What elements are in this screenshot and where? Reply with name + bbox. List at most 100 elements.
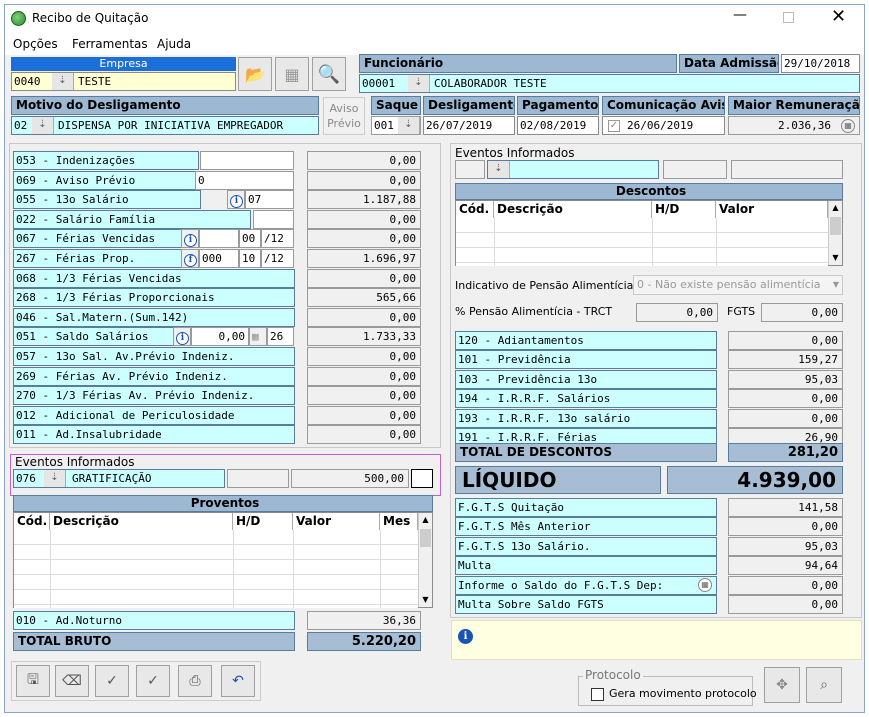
info-icon[interactable]: f	[181, 249, 199, 268]
funcionario-lookup-icon[interactable]: ⇣	[408, 75, 430, 92]
comunicacao-field[interactable]: ✓ 26/06/2019	[602, 116, 725, 135]
eventos-right-value[interactable]	[731, 160, 843, 179]
prov-scroll-thumb[interactable]	[420, 529, 431, 547]
prov-col-hd[interactable]: H/D	[233, 513, 293, 530]
prov-col-valor[interactable]: Valor	[293, 513, 380, 530]
left-row-extra[interactable]	[199, 229, 239, 248]
left-row-value[interactable]: 0,00	[307, 406, 421, 425]
right-row-value[interactable]: 0,00	[728, 389, 843, 408]
left-row-extra[interactable]: 0,00	[191, 327, 249, 346]
saque-lookup-icon[interactable]: ⇣	[398, 117, 420, 134]
minimize-icon[interactable]: —	[733, 7, 747, 23]
left-row-value[interactable]: 0,00	[307, 151, 421, 170]
left-row-extra[interactable]: /12	[261, 249, 294, 268]
maximize-icon[interactable]	[783, 12, 794, 23]
scroll-up-icon[interactable]: ▲	[419, 513, 432, 527]
eventos-right-code[interactable]	[455, 160, 485, 179]
eventos-left-mes[interactable]	[411, 469, 433, 488]
desc-scrollbar[interactable]: ▲ ▼	[828, 201, 842, 265]
funcionario-field[interactable]: 00001 ⇣ COLABORADOR TESTE	[359, 74, 860, 93]
comunicacao-checkbox[interactable]: ✓	[608, 120, 620, 132]
calc-icon[interactable]: ▦	[249, 327, 267, 346]
left-row-extra[interactable]	[253, 210, 294, 229]
left-row-value[interactable]: 0,00	[307, 210, 421, 229]
info-icon[interactable]: f	[184, 254, 197, 267]
left-row-value[interactable]: 0,00	[307, 347, 421, 366]
search-employee-button[interactable]: 🔍	[312, 57, 346, 91]
right-row-value[interactable]: 159,27	[728, 350, 843, 369]
left-row-value[interactable]: 1.696,97	[307, 249, 421, 268]
info-icon[interactable]: i	[181, 229, 199, 248]
open-folder-button[interactable]: 📂	[238, 57, 272, 91]
proventos-table[interactable]: Cód. Descrição H/D Valor Mes ▲ ▼	[13, 512, 433, 608]
prov-scrollbar[interactable]: ▲ ▼	[418, 513, 432, 607]
eventos-left-field[interactable]: 076 ⇣ GRATIFICAÇÃO	[13, 469, 225, 488]
menu-ajuda[interactable]: Ajuda	[157, 37, 191, 51]
admissao-date[interactable]: 29/10/2018	[781, 54, 860, 73]
desligamento-date[interactable]: 26/07/2019	[423, 116, 515, 135]
confirm-button[interactable]: ✓	[95, 665, 129, 697]
calculator-button[interactable]: ▦	[275, 57, 309, 91]
fgts-row-value[interactable]: 0,00	[728, 576, 843, 595]
protocolo-checkbox-label[interactable]: Gera movimento protocolo	[609, 687, 757, 700]
scroll-down-icon[interactable]: ▼	[419, 593, 432, 607]
info-icon[interactable]: i	[227, 190, 245, 209]
fgts-row-value[interactable]: 0,00	[728, 517, 843, 536]
info-icon[interactable]: i	[230, 195, 243, 208]
left-row-extra[interactable]: 00	[239, 229, 261, 248]
desc-col-hd[interactable]: H/D	[652, 201, 716, 218]
scroll-down-icon[interactable]: ▼	[829, 251, 842, 265]
desc-col-cod[interactable]: Cód.	[456, 201, 494, 218]
left-row-extra[interactable]: /12	[261, 229, 294, 248]
prov-col-cod[interactable]: Cód.	[14, 513, 50, 530]
fgts-row-value[interactable]: 94,64	[728, 556, 843, 575]
motivo-field[interactable]: 02 ⇣ DISPENSA POR INICIATIVA EMPREGADOR	[11, 116, 319, 135]
left-row-extra[interactable]: 000	[199, 249, 239, 268]
right-row-value[interactable]: 95,03	[728, 370, 843, 389]
eventos-left-hd[interactable]	[227, 469, 289, 488]
left-row-extra[interactable]: 0	[195, 171, 294, 190]
info-icon[interactable]: i	[184, 234, 197, 247]
left-row-value[interactable]: 0,00	[307, 308, 421, 327]
right-row-value[interactable]: 0,00	[728, 331, 843, 350]
save-button[interactable]: 🖫	[16, 665, 50, 697]
left-row-value[interactable]: 1.733,33	[307, 327, 421, 346]
info-icon[interactable]: i	[173, 327, 191, 346]
left-row-value[interactable]: 0,00	[307, 171, 421, 190]
motivo-lookup-icon[interactable]: ⇣	[32, 117, 54, 134]
left-row-value[interactable]: 565,66	[307, 288, 421, 307]
aviso-previo-button[interactable]: Aviso Prévio	[323, 97, 365, 135]
right-row-value[interactable]: 0,00	[728, 409, 843, 428]
left-row-value[interactable]: 0,00	[307, 229, 421, 248]
eventos-right-field[interactable]: ⇣	[487, 160, 659, 179]
left-row-value[interactable]: 0,00	[307, 367, 421, 386]
close-icon[interactable]: ✕	[831, 6, 846, 27]
desc-col-valor[interactable]: Valor	[716, 201, 828, 218]
pensao-select[interactable]: 0 - Não existe pensão alimentícia ▼	[633, 275, 843, 295]
left-row-value[interactable]: 1.187,88	[307, 190, 421, 209]
pensao-pct-value[interactable]: 0,00	[636, 303, 718, 322]
eventos-left-value[interactable]: 500,00	[291, 469, 409, 488]
undo-button[interactable]: ↶	[221, 665, 255, 697]
pagamento-date[interactable]: 02/08/2019	[517, 116, 599, 135]
fgts-value[interactable]: 0,00	[761, 303, 843, 322]
left-row-extra[interactable]: 07	[245, 190, 294, 209]
empresa-lookup-icon[interactable]: ⇣	[52, 73, 74, 90]
protocolo-checkbox[interactable]	[591, 688, 604, 701]
left-row-value[interactable]: 0,00	[307, 269, 421, 288]
calc-icon[interactable]: ▦	[698, 578, 712, 592]
prov-col-mes[interactable]: Mes	[380, 513, 418, 530]
desc-scroll-thumb[interactable]	[830, 217, 841, 235]
menu-ferramentas[interactable]: Ferramentas	[72, 37, 148, 51]
left-row-extra[interactable]	[200, 151, 294, 170]
left-row-value[interactable]: 0,00	[307, 386, 421, 405]
eventos-right-hd[interactable]	[663, 160, 727, 179]
scroll-up-icon[interactable]: ▲	[829, 201, 842, 215]
chevron-down-icon[interactable]: ▼	[833, 276, 839, 294]
exit-search-button[interactable]: ⌕	[806, 667, 842, 703]
eventos-right-lookup-icon[interactable]: ⇣	[488, 161, 510, 178]
fgts-row-value[interactable]: 0,00	[728, 595, 843, 614]
info-icon[interactable]: i	[176, 332, 189, 345]
saque-field[interactable]: 001 ⇣	[371, 116, 421, 135]
left-row-value[interactable]: 0,00	[307, 425, 421, 444]
